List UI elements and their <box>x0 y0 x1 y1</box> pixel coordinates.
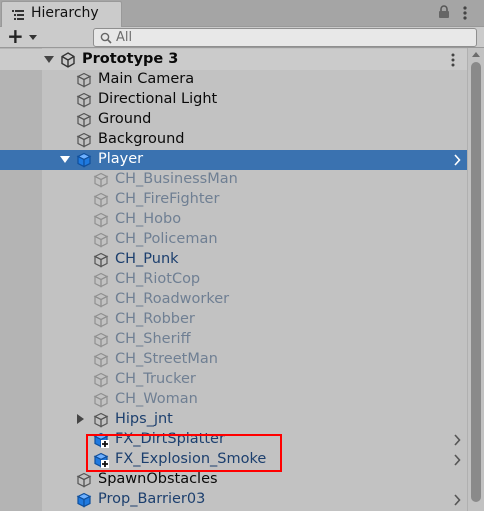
chevron-right-icon[interactable] <box>453 154 461 166</box>
scroll-thumb[interactable] <box>471 62 481 502</box>
prefab-cube-icon <box>76 492 92 508</box>
hierarchy-item[interactable]: FX_DirtSplatter <box>0 430 467 450</box>
hierarchy-item[interactable]: CH_Policeman <box>0 230 467 250</box>
foldout-collapsed-icon[interactable] <box>77 414 84 424</box>
hierarchy-item[interactable]: FX_Explosion_Smoke <box>0 450 467 470</box>
gameobject-cube-icon <box>93 332 109 348</box>
gameobject-cube-icon <box>76 112 92 128</box>
create-dropdown-button[interactable]: + <box>6 24 42 48</box>
hierarchy-item-label: Ground <box>98 111 152 127</box>
gameobject-cube-icon <box>76 72 92 88</box>
hierarchy-tree: Prototype 3 Main Camera Directional Light G… <box>0 48 467 511</box>
hierarchy-item-label: CH_Hobo <box>115 211 182 227</box>
hierarchy-item-label: Main Camera <box>98 71 195 87</box>
gameobject-cube-icon <box>93 312 109 328</box>
gameobject-cube-icon <box>93 172 109 188</box>
hierarchy-item[interactable]: Directional Light <box>0 90 467 110</box>
hierarchy-item[interactable]: CH_Hobo <box>0 210 467 230</box>
hierarchy-item-label: SpawnObstacles <box>98 471 218 487</box>
hierarchy-item[interactable]: CH_Woman <box>0 390 467 410</box>
hierarchy-item[interactable]: CH_FireFighter <box>0 190 467 210</box>
hierarchy-item[interactable]: CH_Roadworker <box>0 290 467 310</box>
scene-row[interactable]: Prototype 3 <box>0 50 467 70</box>
gameobject-cube-icon <box>93 232 109 248</box>
vertical-scrollbar[interactable] <box>467 48 484 511</box>
hierarchy-item-label: CH_StreetMan <box>115 351 218 367</box>
hierarchy-item[interactable]: CH_Trucker <box>0 370 467 390</box>
hierarchy-toolbar: + <box>0 24 484 48</box>
unity-logo-icon <box>61 52 75 68</box>
gameobject-cube-icon <box>76 92 92 108</box>
hierarchy-item[interactable]: CH_BusinessMan <box>0 170 467 190</box>
gameobject-cube-icon <box>93 272 109 288</box>
gameobject-cube-icon <box>93 192 109 208</box>
caret-down-icon <box>29 35 37 40</box>
hierarchy-item-label: Prop_Barrier03 <box>98 491 206 507</box>
gameobject-cube-icon <box>93 412 109 428</box>
hierarchy-item[interactable]: Hips_jnt <box>0 410 467 430</box>
hierarchy-item-label: FX_Explosion_Smoke <box>115 451 267 467</box>
hierarchy-item[interactable]: Main Camera <box>0 70 467 90</box>
search-icon <box>100 32 112 44</box>
gameobject-cube-icon <box>93 352 109 368</box>
search-field[interactable] <box>93 28 477 47</box>
hierarchy-item[interactable]: Ground <box>0 110 467 130</box>
search-input[interactable] <box>116 29 471 46</box>
gameobject-cube-icon <box>93 252 109 268</box>
hierarchy-item-label: CH_Woman <box>115 391 198 407</box>
hierarchy-item-label: CH_Trucker <box>115 371 196 387</box>
hierarchy-item-label: CH_Roadworker <box>115 291 230 307</box>
hierarchy-item-label: Player <box>98 151 144 167</box>
hierarchy-item[interactable]: Prop_Barrier03 <box>0 490 467 510</box>
hierarchy-item[interactable]: CH_StreetMan <box>0 350 467 370</box>
foldout-expanded-icon[interactable] <box>60 156 70 163</box>
hierarchy-item[interactable]: CH_RiotCop <box>0 270 467 290</box>
scene-menu-icon[interactable] <box>449 52 457 68</box>
lock-icon[interactable] <box>438 5 450 19</box>
hierarchy-item-label: CH_Sheriff <box>115 331 191 347</box>
gameobject-cube-icon <box>93 372 109 388</box>
hierarchy-item-label: CH_Policeman <box>115 231 218 247</box>
foldout-expanded-icon[interactable] <box>44 56 54 63</box>
hierarchy-item-label: CH_RiotCop <box>115 271 201 287</box>
hierarchy-item-label: CH_FireFighter <box>115 191 220 207</box>
gameobject-cube-icon <box>76 132 92 148</box>
hierarchy-item[interactable]: SpawnObstacles <box>0 470 467 490</box>
hierarchy-item[interactable]: Player <box>0 150 467 170</box>
hierarchy-item-label: CH_BusinessMan <box>115 171 238 187</box>
scroll-up-arrow[interactable] <box>472 52 480 57</box>
tab-bar: Hierarchy <box>0 0 484 27</box>
hierarchy-item-label: Prototype 3 <box>82 51 179 67</box>
gameobject-cube-icon <box>93 292 109 308</box>
chevron-right-icon[interactable] <box>453 454 461 466</box>
hierarchy-item[interactable]: CH_Sheriff <box>0 330 467 350</box>
tab-title: Hierarchy <box>31 5 99 21</box>
hierarchy-item[interactable]: CH_Punk <box>0 250 467 270</box>
hierarchy-item-label: Hips_jnt <box>115 411 173 427</box>
chevron-right-icon[interactable] <box>453 494 461 506</box>
hierarchy-item-label: CH_Robber <box>115 311 195 327</box>
more-menu-icon[interactable] <box>461 4 469 22</box>
prefab-added-icon <box>93 452 109 468</box>
list-icon <box>12 10 24 20</box>
gameobject-cube-icon <box>93 212 109 228</box>
plus-icon: + <box>7 24 24 48</box>
gameobject-cube-icon <box>76 472 92 488</box>
hierarchy-item-label: Directional Light <box>98 91 218 107</box>
prefab-cube-icon <box>76 152 92 168</box>
hierarchy-item-label: CH_Punk <box>115 251 179 267</box>
hierarchy-item[interactable]: Background <box>0 130 467 150</box>
chevron-right-icon[interactable] <box>453 434 461 446</box>
hierarchy-item-label: FX_DirtSplatter <box>115 431 225 447</box>
hierarchy-item[interactable]: CH_Robber <box>0 310 467 330</box>
gameobject-cube-icon <box>93 392 109 408</box>
hierarchy-item-label: Background <box>98 131 185 147</box>
prefab-added-icon <box>93 432 109 448</box>
